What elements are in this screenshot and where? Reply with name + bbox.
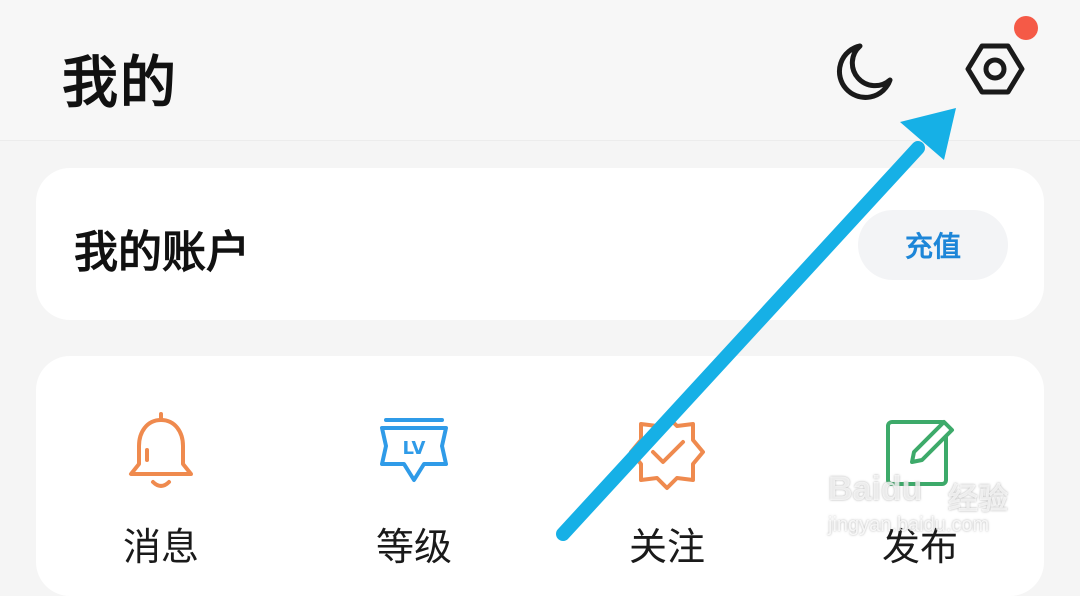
moon-icon [837, 43, 893, 100]
top-bar: 我的 [0, 0, 1080, 141]
account-card[interactable]: 我的账户 充值 [36, 168, 1044, 320]
hexagon-gear-icon [965, 43, 1025, 95]
verified-badge-icon [629, 414, 705, 490]
quick-action-label: 消息 [122, 525, 199, 569]
quick-action-follow[interactable]: 关注 [567, 356, 767, 596]
level-badge-icon: LV [380, 418, 448, 482]
recharge-button[interactable]: 充值 [858, 210, 1008, 280]
quick-action-level[interactable]: LV 等级 [314, 356, 514, 596]
level-badge-text: LV [403, 438, 426, 459]
bell-icon [129, 412, 193, 488]
quick-action-label: 等级 [375, 525, 452, 569]
settings-button[interactable] [960, 34, 1030, 104]
quick-action-messages[interactable]: 消息 [61, 356, 261, 596]
account-title: 我的账户 [74, 227, 250, 278]
watermark-url: jingyan.baidu.com [828, 514, 990, 536]
watermark: Baidu 经验 jingyan.baidu.com [828, 470, 1028, 550]
page-title: 我的 [62, 51, 178, 116]
quick-action-label: 关注 [628, 525, 705, 569]
watermark-brand: Baidu [828, 470, 923, 508]
settings-notification-dot [1014, 16, 1038, 40]
watermark-cn: 经验 [948, 482, 1008, 517]
night-mode-button[interactable] [830, 36, 900, 106]
